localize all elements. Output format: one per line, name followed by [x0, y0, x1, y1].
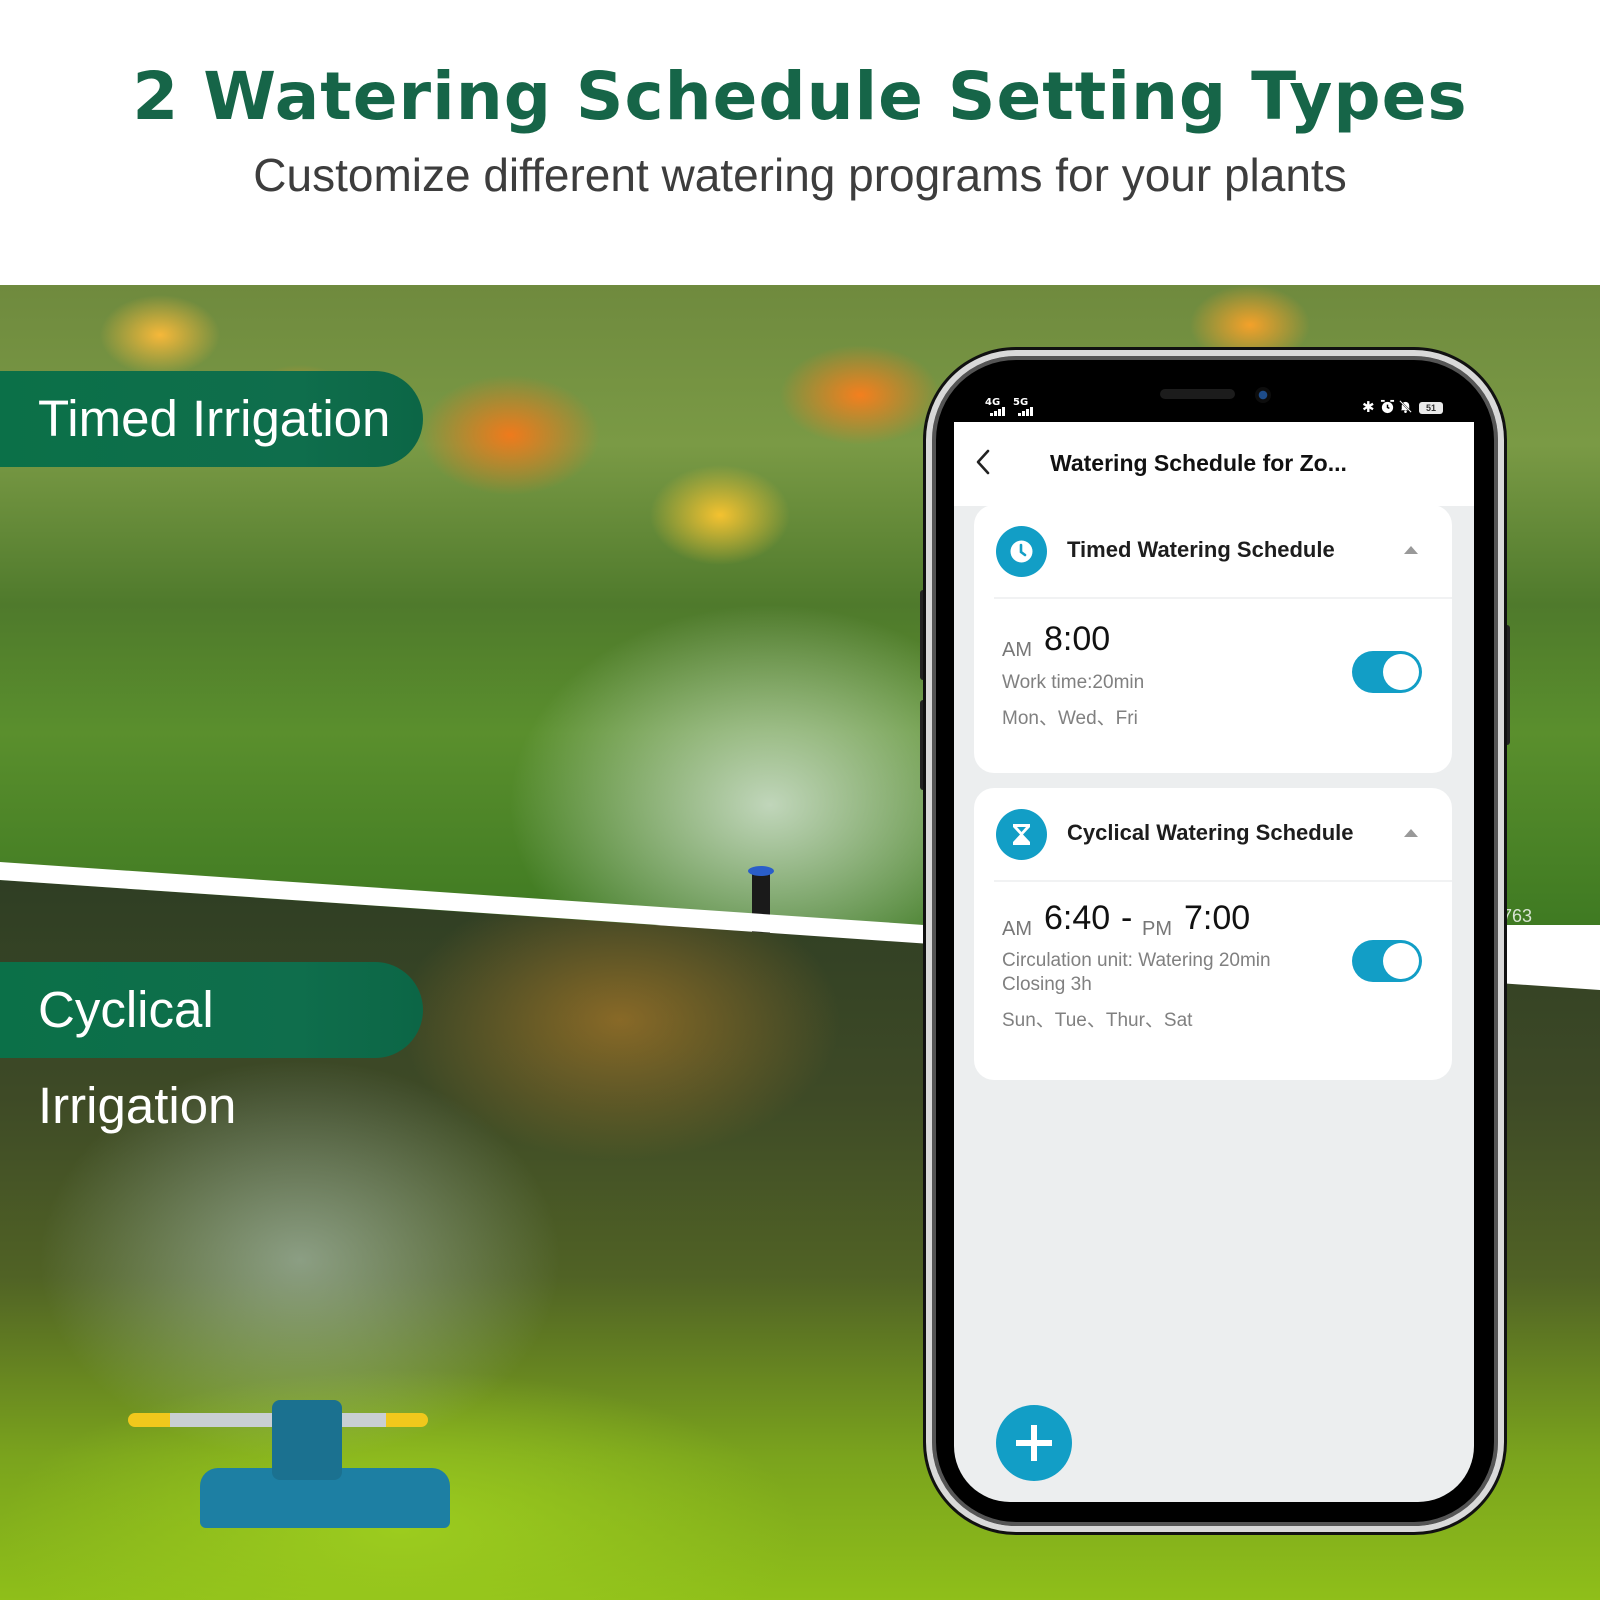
toggle-knob [1383, 943, 1419, 979]
card-divider [994, 880, 1452, 882]
cyclical-start-time: 6:40 [1044, 899, 1111, 937]
time-range-separator: - [1121, 899, 1133, 937]
camera-icon [1255, 387, 1271, 403]
card-divider [994, 597, 1452, 599]
cyclical-end-time: 7:00 [1184, 899, 1251, 937]
timed-start-time: 8:00 [1044, 620, 1111, 658]
bluetooth-icon: ✱ [1362, 398, 1375, 416]
watermark-text: 763 [1502, 906, 1533, 926]
timed-start-period: AM [1002, 639, 1032, 661]
clock-icon [996, 526, 1047, 577]
phone-speaker [1160, 389, 1235, 399]
collapse-caret-icon[interactable] [1404, 829, 1418, 837]
sprinkler-body [272, 1400, 342, 1480]
cyclical-end-period: PM [1142, 918, 1172, 940]
cyclical-closing-time: Closing 3h [1002, 974, 1092, 995]
cyclical-irrigation-label: Cyclical Irrigation [0, 962, 423, 1134]
subline: Customize different watering programs fo… [253, 149, 1347, 201]
nav-title: Watering Schedule for Zo... [1050, 450, 1347, 476]
battery-indicator: 51 [1419, 402, 1443, 414]
add-schedule-button[interactable] [996, 1405, 1072, 1481]
popup-sprinkler-head [748, 866, 774, 876]
cyclical-schedule-header[interactable]: Cyclical Watering Schedule [974, 788, 1452, 880]
phone-power-button [1504, 625, 1510, 745]
signal-5g-icon [1018, 407, 1033, 416]
toggle-knob [1383, 654, 1419, 690]
timed-schedule-toggle[interactable] [1352, 651, 1422, 693]
back-chevron-icon[interactable] [972, 447, 994, 477]
signal-4g-icon [990, 407, 1005, 416]
timed-irrigation-label: Timed Irrigation [0, 371, 423, 467]
header: 2 Watering Schedule Setting Types Custom… [0, 0, 1600, 285]
cyclical-schedule-card: Cyclical Watering Schedule AM 6:40 - PM … [974, 788, 1452, 1080]
timed-schedule-title: Timed Watering Schedule [1067, 537, 1335, 562]
cyclical-days: Sun、Tue、Thur、Sat [1002, 1010, 1193, 1031]
cyclical-schedule-toggle[interactable] [1352, 940, 1422, 982]
cyclical-schedule-title: Cyclical Watering Schedule [1067, 820, 1354, 845]
hourglass-icon [996, 809, 1047, 860]
headline: 2 Watering Schedule Setting Types [132, 58, 1468, 135]
timed-schedule-card: Timed Watering Schedule AM 8:00 Work tim… [974, 505, 1452, 773]
collapse-caret-icon[interactable] [1404, 546, 1418, 554]
plus-icon-vertical [1031, 1425, 1037, 1461]
timed-days: Mon、Wed、Fri [1002, 708, 1138, 729]
mute-bell-icon [1398, 399, 1413, 417]
cyclical-circulation-unit: Circulation unit: Watering 20min [1002, 950, 1271, 971]
cyclical-start-period: AM [1002, 918, 1032, 940]
alarm-icon [1380, 399, 1395, 417]
timed-schedule-header[interactable]: Timed Watering Schedule [974, 505, 1452, 597]
timed-work-time: Work time:20min [1002, 672, 1145, 693]
